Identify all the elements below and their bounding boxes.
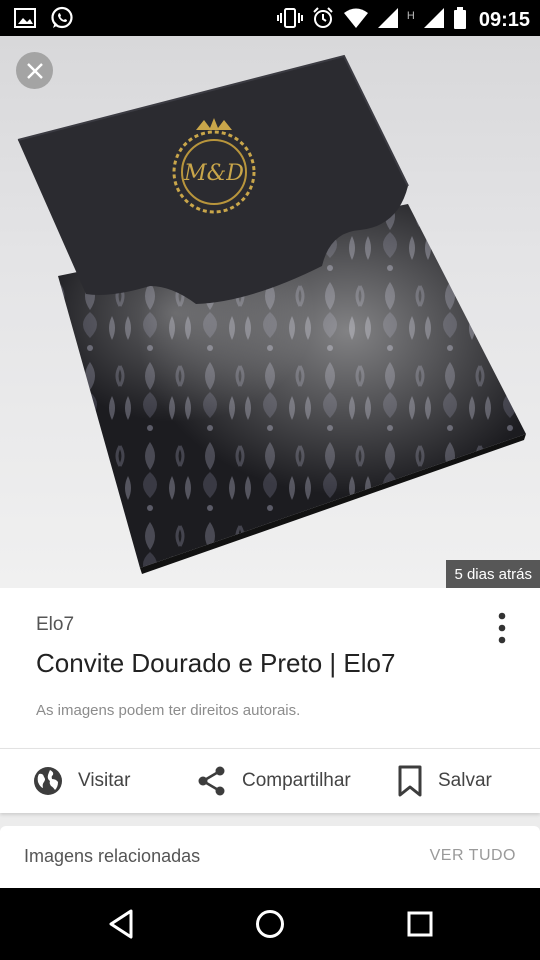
visit-button[interactable]: Visitar [32, 749, 130, 813]
navigation-bar [0, 888, 540, 960]
image-notification-icon [14, 8, 36, 33]
share-label: Compartilhar [242, 770, 351, 791]
vibrate-icon [276, 7, 303, 34]
save-button[interactable]: Salvar [396, 749, 492, 813]
recents-button[interactable] [402, 906, 438, 942]
alarm-icon [311, 6, 335, 35]
pin-image[interactable]: M&D 5 dias atrás [0, 36, 540, 588]
signal-icon [377, 7, 399, 34]
see-all-link[interactable]: VER TUDO [430, 847, 516, 865]
status-bar: H 09:15 [0, 0, 540, 36]
share-icon [198, 766, 225, 796]
related-images-section: Imagens relacionadas VER TUDO [0, 826, 540, 888]
pin-title: Convite Dourado e Preto | Elo7 [36, 648, 396, 678]
signal-icon-2 [423, 7, 445, 34]
bookmark-icon [398, 765, 422, 797]
invitation-card-illustration: M&D [17, 54, 526, 574]
related-images-title: Imagens relacionadas [24, 846, 201, 866]
share-button[interactable]: Compartilhar [196, 749, 351, 813]
svg-text:M&D: M&D [183, 161, 244, 186]
save-label: Salvar [438, 770, 492, 791]
back-button[interactable] [103, 906, 139, 942]
action-bar: Visitar Compartilhar Salvar [0, 748, 540, 813]
back-icon [109, 909, 133, 939]
visit-label: Visitar [78, 770, 131, 791]
close-button[interactable] [16, 52, 53, 89]
globe-icon [34, 767, 62, 795]
pin-details: Elo7 Convite Dourado e Preto | Elo7 As i… [0, 588, 540, 748]
time-ago-badge: 5 dias atrás [446, 560, 540, 588]
more-vertical-icon [498, 612, 506, 644]
home-icon [256, 910, 284, 938]
pin-source[interactable]: Elo7 [36, 614, 74, 636]
home-button[interactable] [252, 906, 288, 942]
wifi-icon [343, 7, 369, 34]
more-options-button[interactable] [490, 610, 514, 646]
clock: 09:15 [478, 9, 530, 31]
whatsapp-icon [50, 6, 74, 35]
copyright-note: As imagens podem ter direitos autorais. [36, 702, 301, 719]
network-type-label: H [406, 9, 415, 22]
recents-icon [407, 911, 433, 937]
close-icon [26, 62, 43, 79]
battery-icon [453, 7, 467, 34]
